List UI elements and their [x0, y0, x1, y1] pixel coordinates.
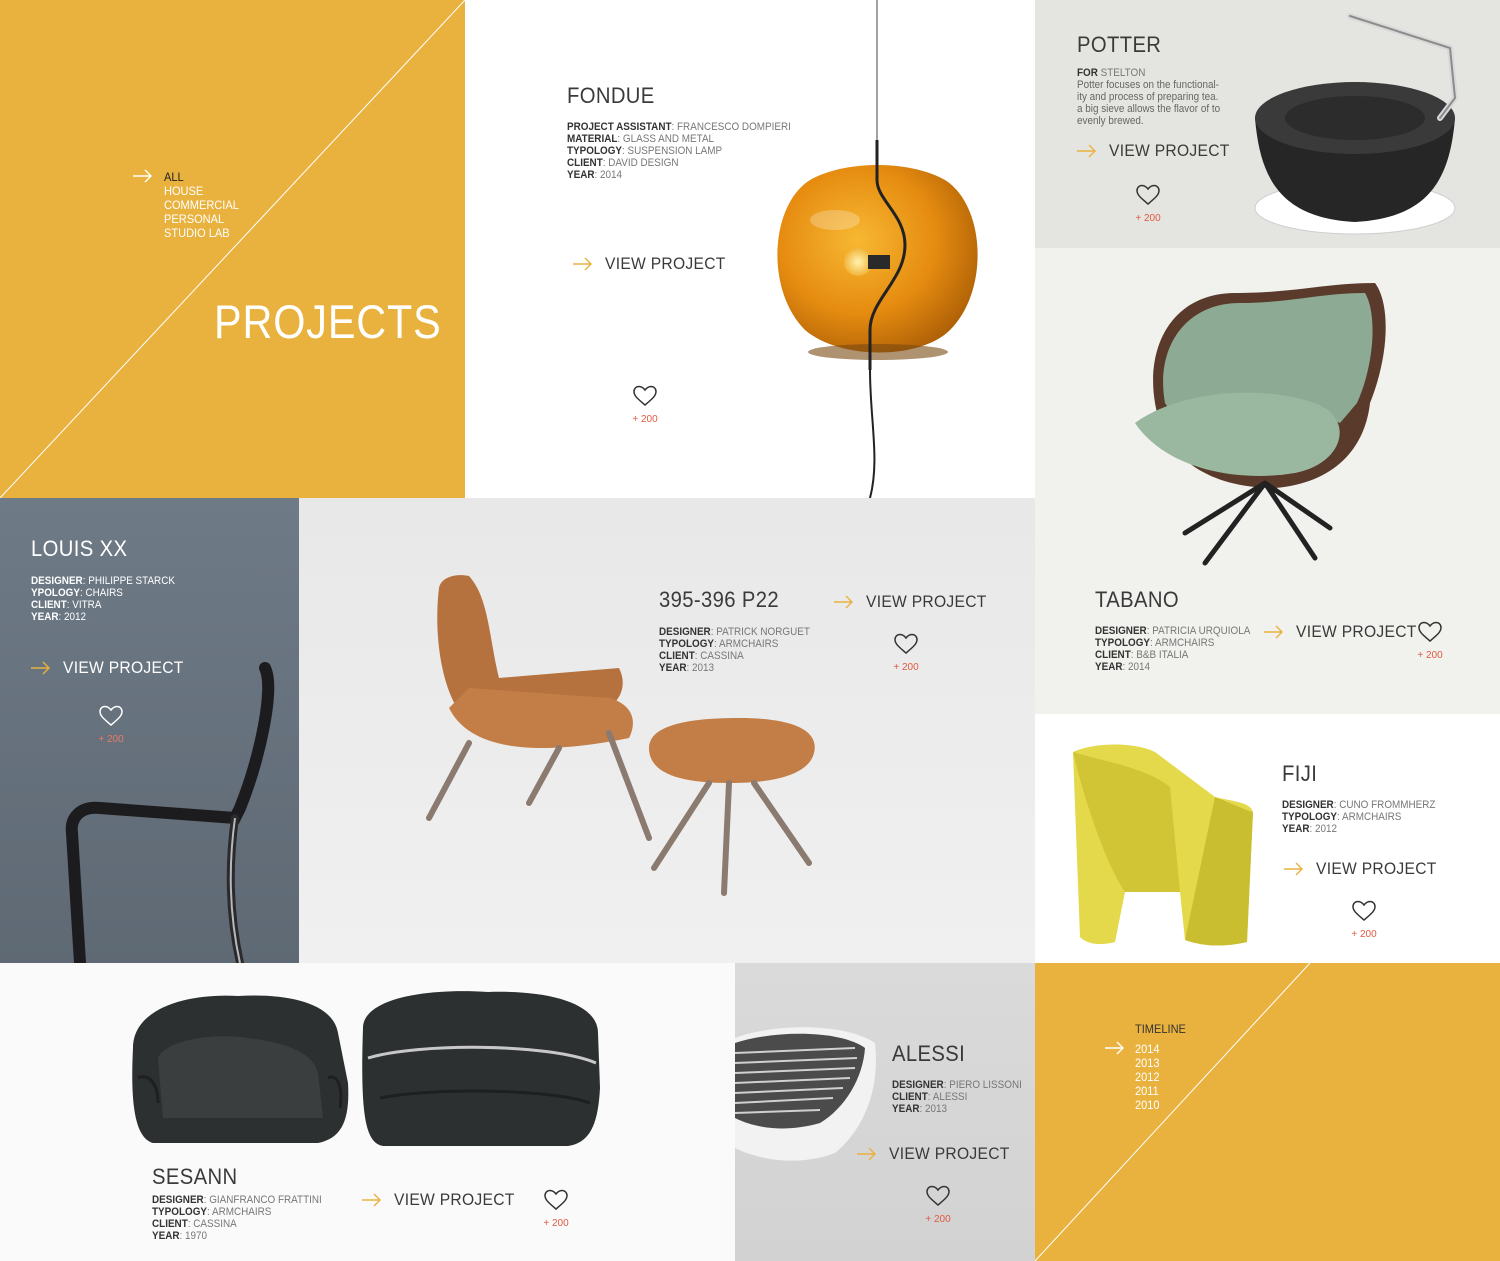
view-project-button[interactable]: VIEW PROJECT [573, 254, 736, 274]
fondue-lamp-image [777, 0, 978, 498]
project-card-louis-xx: LOUIS XX DESIGNER: PHILIPPE STARCK YPOLO… [0, 498, 299, 963]
arrow-right-icon [1105, 1041, 1124, 1055]
filter-nav: ALL HOUSE COMMERCIAL PERSONAL STUDIO LAB [164, 170, 239, 240]
potter-teapot-image [1254, 13, 1459, 235]
like-button[interactable]: + 200 [918, 1184, 958, 1225]
filter-commercial[interactable]: COMMERCIAL [164, 198, 239, 212]
arrow-right-icon [1077, 144, 1096, 158]
timeline-year-2012[interactable]: 2012 [1135, 1070, 1160, 1084]
arrow-right-icon [362, 1193, 381, 1207]
view-project-button[interactable]: VIEW PROJECT [834, 592, 997, 612]
view-project-button[interactable]: VIEW PROJECT [1284, 859, 1447, 879]
project-meta: FOR STELTON [1077, 67, 1146, 79]
project-meta: DESIGNER: PIERO LISSONI CLIENT: ALESSI Y… [892, 1079, 1022, 1115]
filter-personal[interactable]: PERSONAL [164, 212, 239, 226]
project-title: SESANN [152, 1164, 238, 1189]
like-button[interactable]: + 200 [625, 384, 665, 425]
project-title: LOUIS XX [31, 536, 128, 561]
project-description: Potter focuses on the functional-ity and… [1077, 79, 1221, 127]
arrow-right-icon [31, 661, 50, 675]
project-card-alessi: ALESSI DESIGNER: PIERO LISSONI CLIENT: A… [735, 963, 1035, 1261]
project-title: TABANO [1095, 587, 1179, 612]
timeline-years: 2014 2013 2012 2011 2010 [1135, 1042, 1160, 1112]
sesann-armchairs-image [132, 991, 600, 1146]
project-title: POTTER [1077, 32, 1162, 57]
timeline-year-2010[interactable]: 2010 [1135, 1098, 1160, 1112]
arrow-right-icon [573, 257, 592, 271]
project-title: 395-396 P22 [659, 587, 779, 612]
timeline-year-2013[interactable]: 2013 [1135, 1056, 1160, 1070]
project-title: ALESSI [892, 1041, 966, 1066]
view-project-button[interactable]: VIEW PROJECT [857, 1144, 1020, 1164]
arrow-right-icon [1264, 625, 1283, 639]
project-card-tabano: TABANO DESIGNER: PATRICIA URQUIOLA TYPOL… [1035, 248, 1500, 714]
view-project-button[interactable]: VIEW PROJECT [362, 1190, 525, 1210]
heart-icon [1136, 184, 1160, 205]
project-meta: DESIGNER: CUNO FROMMHERZ TYPOLOGY: ARMCH… [1282, 799, 1436, 835]
like-button[interactable]: + 200 [1344, 899, 1384, 940]
diagonal-line [0, 0, 465, 498]
project-title: FIJI [1282, 761, 1318, 786]
projects-header-tile: ALL HOUSE COMMERCIAL PERSONAL STUDIO LAB… [0, 0, 465, 498]
project-meta: DESIGNER: PATRICIA URQUIOLA TYPOLOGY: AR… [1095, 625, 1251, 673]
like-button[interactable]: + 200 [1410, 620, 1450, 661]
heart-icon [633, 385, 657, 406]
heart-icon [544, 1189, 568, 1210]
project-meta: DESIGNER: PHILIPPE STARCK YPOLOGY: CHAIR… [31, 575, 175, 623]
project-meta: DESIGNER: GIANFRANCO FRATTINI TYPOLOGY: … [152, 1194, 322, 1242]
filter-studio-lab[interactable]: STUDIO LAB [164, 226, 239, 240]
heart-icon [1352, 900, 1376, 921]
arrow-right-icon [1284, 862, 1303, 876]
project-card-sesann: SESANN DESIGNER: GIANFRANCO FRATTINI TYP… [0, 963, 735, 1261]
project-card-fondue: FONDUE PROJECT ASSISTANT: FRANCESCO DOMP… [465, 0, 1035, 498]
timeline-label: TIMELINE [1135, 1022, 1186, 1036]
project-meta: DESIGNER: PATRICK NORGUET TYPOLOGY: ARMC… [659, 626, 810, 674]
heart-icon [894, 633, 918, 654]
view-project-button[interactable]: VIEW PROJECT [1264, 622, 1427, 642]
project-card-p22: 395-396 P22 DESIGNER: PATRICK NORGUET TY… [299, 498, 1035, 963]
louis-chair-image [65, 662, 275, 963]
view-project-button[interactable]: VIEW PROJECT [1077, 141, 1240, 161]
project-card-fiji: FIJI DESIGNER: CUNO FROMMHERZ TYPOLOGY: … [1035, 714, 1500, 963]
timeline-year-2014[interactable]: 2014 [1135, 1042, 1160, 1056]
heart-icon [926, 1185, 950, 1206]
arrow-right-icon [834, 595, 853, 609]
p22-armchair-image [426, 575, 815, 896]
project-card-potter: POTTER FOR STELTON Potter focuses on the… [1035, 0, 1500, 248]
timeline-year-2011[interactable]: 2011 [1135, 1084, 1160, 1098]
timeline-tile: TIMELINE 2014 2013 2012 2011 2010 [1035, 963, 1500, 1261]
tabano-chair-image [1135, 283, 1386, 566]
like-button[interactable]: + 200 [536, 1188, 576, 1229]
like-button[interactable]: + 200 [1128, 183, 1168, 224]
page-title: PROJECTS [214, 295, 442, 348]
heart-icon [1418, 621, 1442, 642]
filter-all[interactable]: ALL [164, 170, 239, 184]
like-button[interactable]: + 200 [886, 632, 926, 673]
diagonal-line [1035, 963, 1311, 1261]
project-title: FONDUE [567, 83, 655, 108]
arrow-right-icon [857, 1147, 876, 1161]
fiji-armchair-image [1073, 744, 1253, 946]
arrow-right-icon [133, 169, 152, 183]
filter-house[interactable]: HOUSE [164, 184, 239, 198]
